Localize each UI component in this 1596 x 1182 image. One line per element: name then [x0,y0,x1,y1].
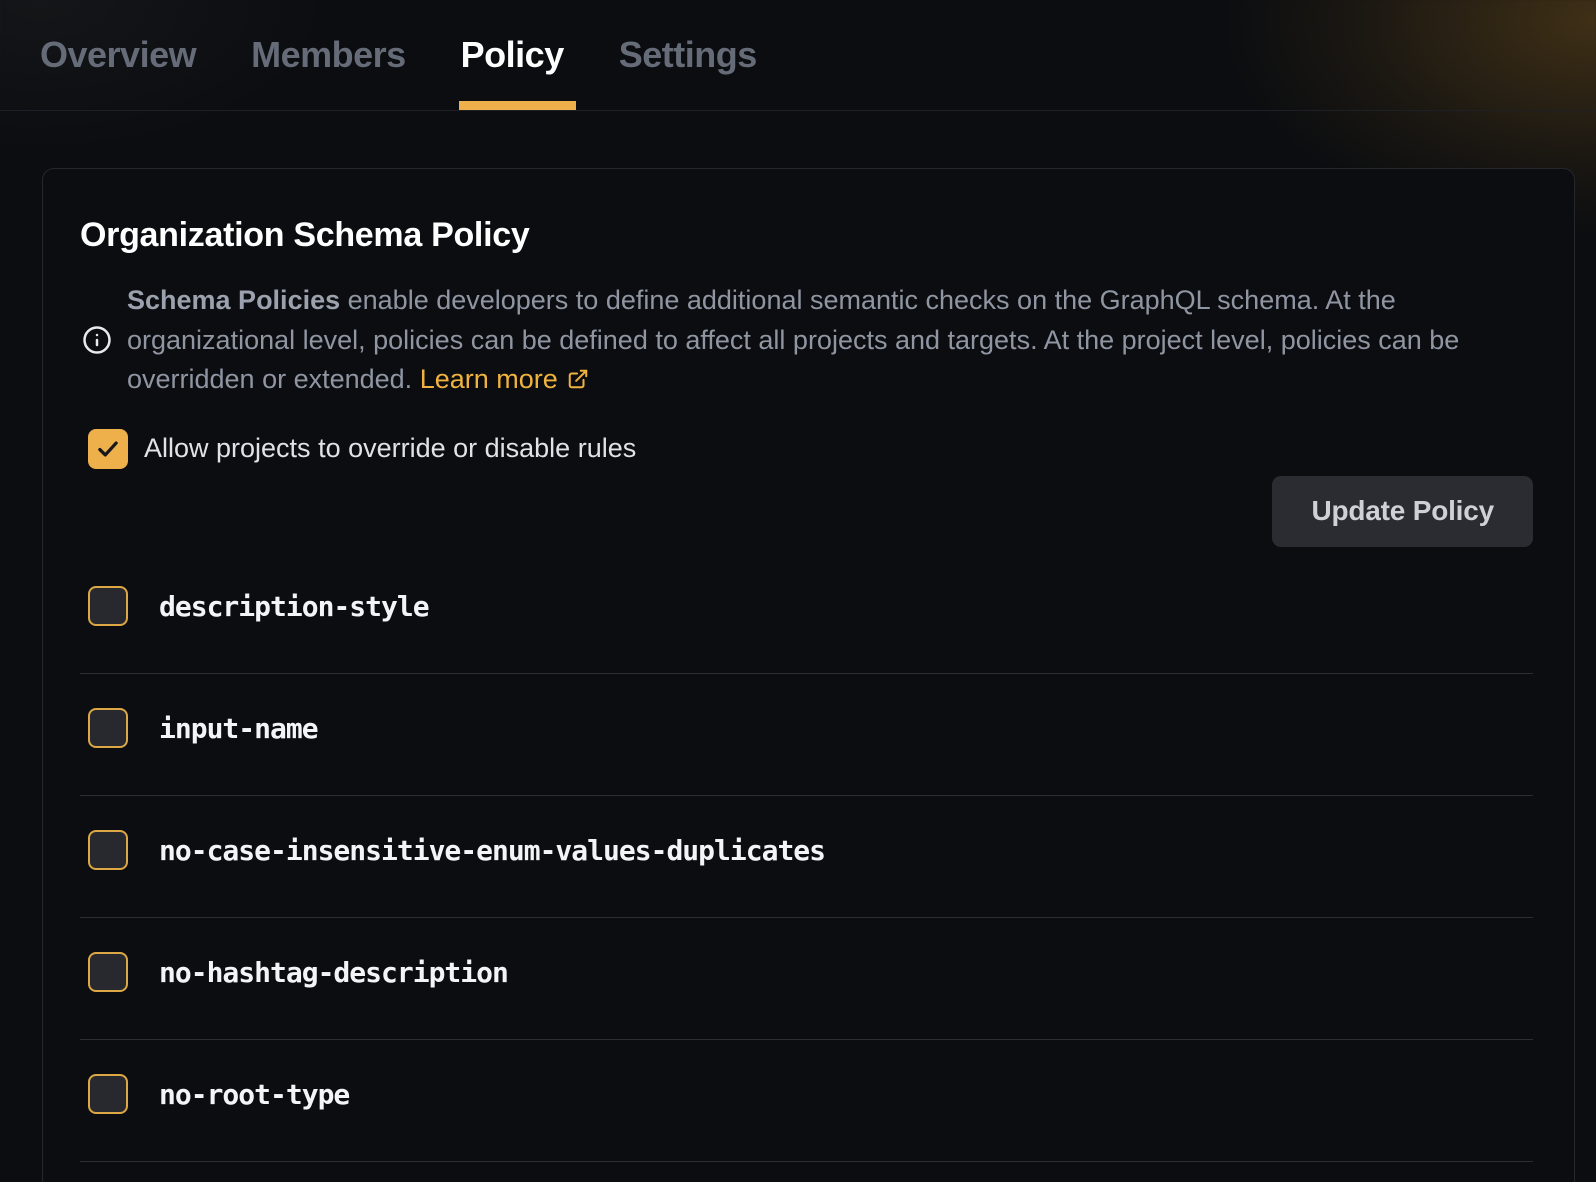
tab-settings-label: Settings [619,34,757,76]
tab-members-label: Members [251,34,406,76]
allow-override-label: Allow projects to override or disable ru… [144,433,636,464]
active-tab-underline [459,101,576,110]
update-policy-button[interactable]: Update Policy [1272,476,1533,547]
rule-row-no-hashtag-description[interactable]: no-hashtag-description [80,918,1533,1040]
tab-members[interactable]: Members [251,0,406,110]
rule-name: input-name [159,712,318,745]
policy-description-lead: Schema Policies [127,285,340,315]
tab-overview-label: Overview [40,34,196,76]
rule-name: no-root-type [159,1078,349,1111]
external-link-icon [567,368,589,390]
allow-override-checkbox[interactable] [88,429,128,469]
policy-info-callout: Schema Policies enable developers to def… [80,281,1533,400]
tab-policy[interactable]: Policy [461,0,564,110]
page-title: Organization Schema Policy [80,213,1533,257]
rule-checkbox[interactable] [88,586,128,626]
rule-checkbox[interactable] [88,830,128,870]
rule-row-no-root-type[interactable]: no-root-type [80,1040,1533,1162]
actions-row: Update Policy [80,476,1533,547]
page-tabs-header: Overview Members Policy Settings [0,0,1596,111]
rule-name: no-case-insensitive-enum-values-duplicat… [159,834,825,867]
rule-checkbox[interactable] [88,952,128,992]
tab-policy-label: Policy [461,34,564,76]
tab-overview[interactable]: Overview [40,0,196,110]
rule-checkbox[interactable] [88,708,128,748]
learn-more-link[interactable]: Learn more [420,364,589,394]
schema-policy-card: Organization Schema Policy Schema Polici… [42,168,1575,1182]
rule-name: description-style [159,590,429,623]
policy-rules-list: description-style input-name no-case-ins… [80,552,1533,1162]
rule-row-no-case-insensitive-enum-values-duplicates[interactable]: no-case-insensitive-enum-values-duplicat… [80,796,1533,918]
rule-row-input-name[interactable]: input-name [80,674,1533,796]
info-icon [82,325,112,355]
checkmark-icon [95,436,121,462]
tab-settings[interactable]: Settings [619,0,757,110]
rule-row-description-style[interactable]: description-style [80,552,1533,674]
policy-description: Schema Policies enable developers to def… [127,281,1497,400]
rule-checkbox[interactable] [88,1074,128,1114]
rule-name: no-hashtag-description [159,956,508,989]
allow-override-row: Allow projects to override or disable ru… [80,429,1533,469]
